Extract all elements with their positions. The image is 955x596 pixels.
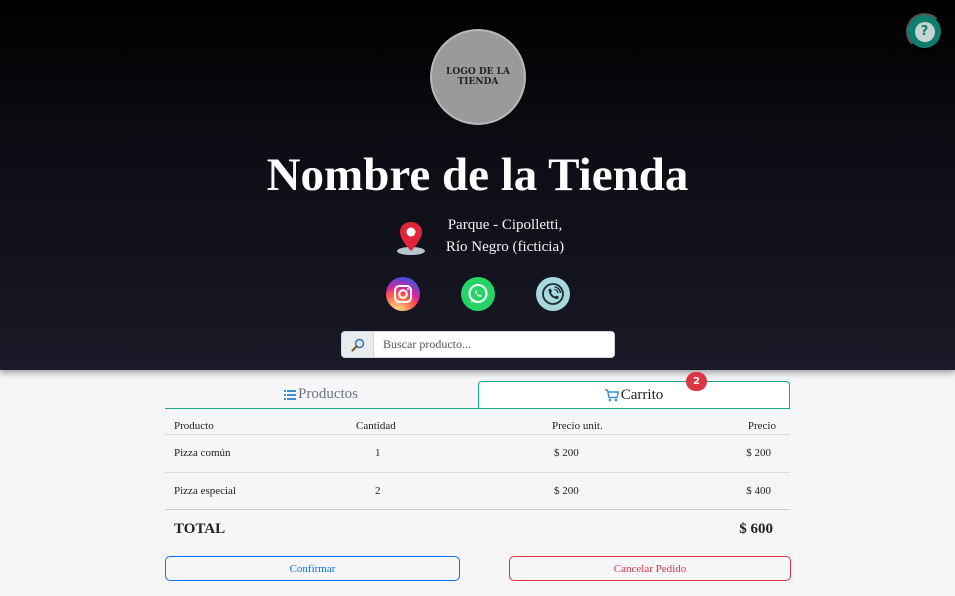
total-label: TOTAL <box>174 521 226 537</box>
tab-products-label: Productos <box>298 386 358 402</box>
cart-icon <box>604 389 619 402</box>
cell-unit-price: $ 200 <box>554 485 579 497</box>
phone-icon[interactable] <box>536 277 570 311</box>
tab-cart-label: Carrito <box>620 387 664 403</box>
whatsapp-icon[interactable] <box>461 277 495 311</box>
cart-count-badge: 2 <box>686 372 707 391</box>
store-header: LOGO DE LA TIENDA Nombre de la Tienda Pa… <box>0 0 955 370</box>
column-header-unit-price: Precio unit. <box>552 420 603 432</box>
total-row: TOTAL $ 600 <box>165 509 790 549</box>
cell-product: Pizza especial <box>174 485 236 497</box>
cell-quantity: 2 <box>375 485 381 497</box>
tab-cart[interactable]: Carrito <box>478 381 790 409</box>
store-title: Nombre de la Tienda <box>266 149 689 201</box>
column-header-price: Precio <box>747 420 776 432</box>
search-button[interactable] <box>341 331 374 358</box>
product-search <box>341 331 615 358</box>
tab-divider <box>165 408 790 409</box>
store-logo: LOGO DE LA TIENDA <box>430 29 526 125</box>
address-line-1: Parque - Cipolletti, <box>447 217 563 233</box>
search-icon <box>350 338 364 352</box>
cell-price: $ 200 <box>746 447 771 459</box>
cell-unit-price: $ 200 <box>554 447 579 459</box>
column-header-quantity: Cantidad <box>356 420 396 432</box>
store-address: Parque - Cipolletti, Río Negro (ficticia… <box>435 214 575 258</box>
total-value: $ 600 <box>739 521 773 537</box>
table-row: Pizza especial 2 $ 200 $ 400 <box>165 472 790 510</box>
tab-products[interactable]: Productos <box>165 381 477 408</box>
instagram-icon[interactable] <box>386 277 420 311</box>
confirm-button[interactable]: Confirmar <box>165 556 460 581</box>
search-input[interactable] <box>373 331 615 358</box>
column-header-product: Producto <box>174 420 214 432</box>
cancel-order-button[interactable]: Cancelar Pedido <box>509 556 791 581</box>
help-button[interactable]: ? <box>906 13 943 50</box>
cell-product: Pizza común <box>174 447 231 459</box>
table-row: Pizza común 1 $ 200 $ 200 <box>165 434 790 472</box>
map-pin-icon <box>397 222 425 255</box>
cell-quantity: 1 <box>375 447 381 459</box>
cell-price: $ 400 <box>746 485 771 497</box>
address-line-2: Río Negro (ficticia) <box>445 239 565 255</box>
store-location: Parque - Cipolletti, Río Negro (ficticia… <box>395 214 575 260</box>
question-icon: ? <box>914 21 935 42</box>
list-icon <box>284 389 296 400</box>
